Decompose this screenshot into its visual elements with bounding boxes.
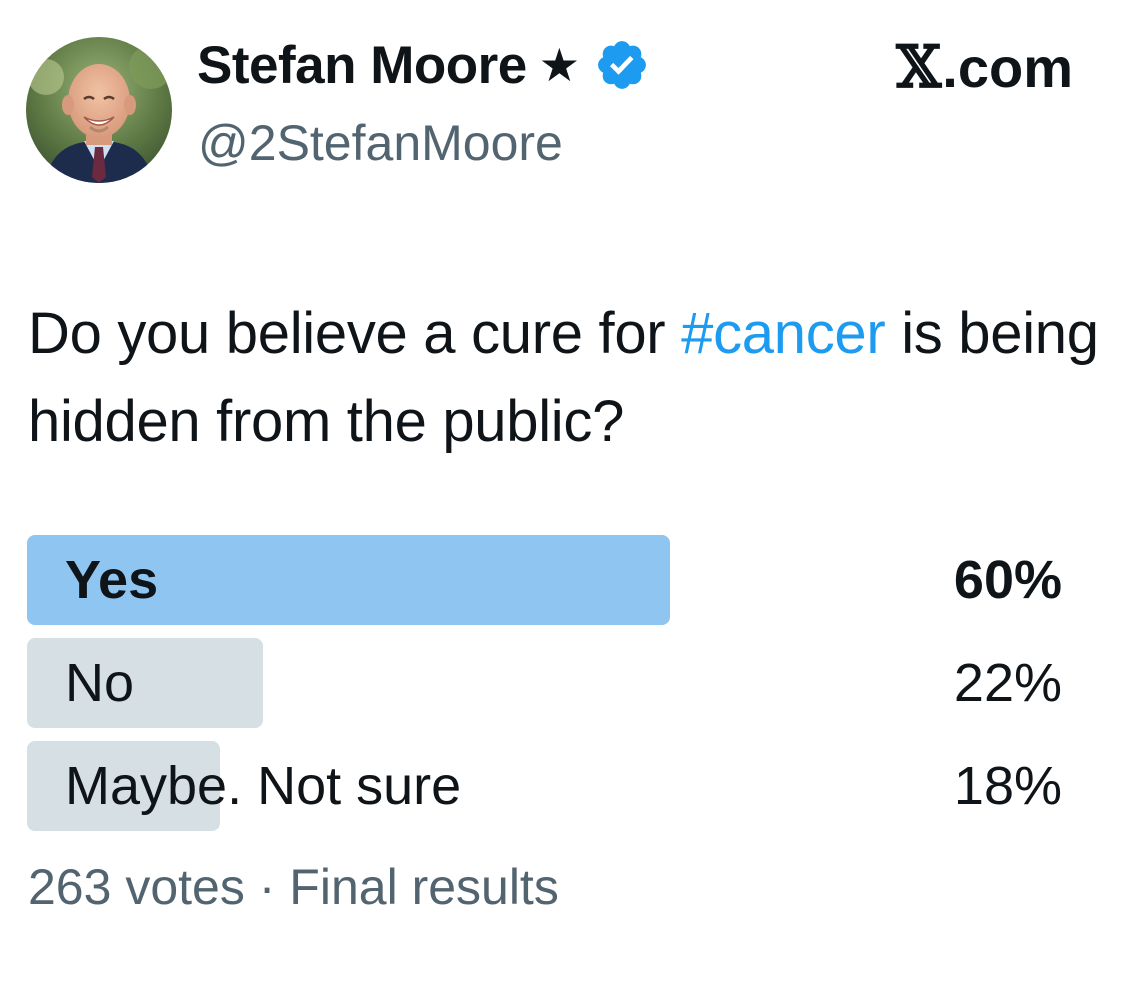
brand-watermark: 𝕏 .com [896, 32, 1073, 102]
poll-footer: 263 votes · Final results [28, 858, 559, 916]
tweet-text: Do you believe a cure for #cancer is bei… [28, 290, 1108, 466]
poll-label-yes: Yes [65, 550, 159, 610]
poll-option-yes[interactable]: Yes 60% [27, 535, 1062, 625]
poll-label-no: No [65, 653, 135, 713]
poll-option-no[interactable]: No 22% [27, 638, 1062, 728]
poll-separator: · [258, 859, 276, 915]
brand-suffix: .com [942, 35, 1073, 99]
poll-status: Final results [289, 859, 559, 915]
poll-option-maybe[interactable]: Maybe. Not sure 18% [27, 741, 1062, 831]
poll-label-maybe: Maybe. Not sure [65, 756, 462, 816]
avatar-photo [26, 37, 172, 183]
hashtag-link[interactable]: #cancer [681, 301, 886, 366]
poll-percent-maybe: 18% [953, 756, 1062, 816]
poll-bar-no [27, 638, 263, 728]
tweet-text-before: Do you believe a cure for [28, 301, 682, 366]
verified-badge-icon [598, 41, 646, 89]
poll-vote-count: 263 votes [28, 859, 245, 915]
star-icon: ★ [538, 39, 580, 91]
poll: Yes 60% No 22% Maybe. Not sure 18% [27, 535, 1062, 844]
poll-percent-no: 22% [953, 653, 1062, 713]
author-handle[interactable]: @2StefanMoore [198, 114, 563, 172]
x-logo-icon: 𝕏 [896, 33, 942, 101]
display-name[interactable]: Stefan Moore [197, 35, 527, 96]
author-name-row: Stefan Moore ★ [197, 30, 650, 100]
avatar[interactable] [26, 37, 172, 183]
poll-percent-yes: 60% [953, 550, 1062, 610]
